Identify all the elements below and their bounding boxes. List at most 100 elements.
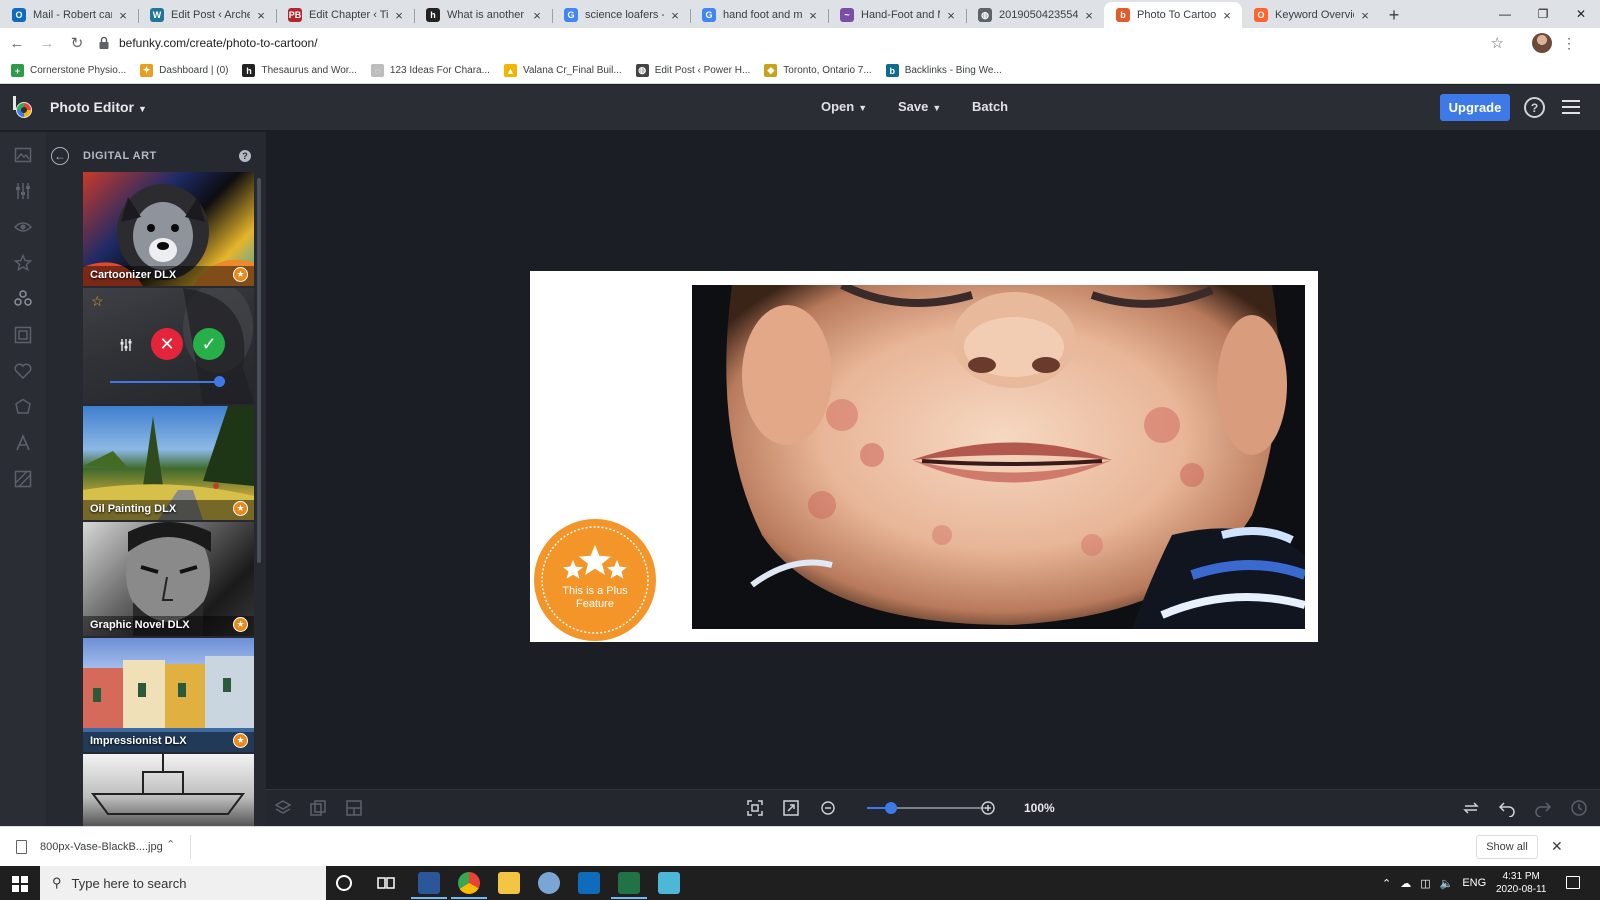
restore-icon[interactable]: ❐ bbox=[1524, 0, 1562, 28]
history-icon[interactable] bbox=[1570, 799, 1588, 817]
close-shelf-icon[interactable]: ✕ bbox=[1551, 838, 1563, 855]
undo-icon[interactable] bbox=[1498, 799, 1516, 817]
redo-icon[interactable] bbox=[1534, 799, 1552, 817]
minimize-icon[interactable]: — bbox=[1486, 0, 1524, 28]
close-tab-icon[interactable]: × bbox=[116, 8, 130, 23]
excel-app-icon[interactable] bbox=[618, 872, 640, 894]
close-tab-icon[interactable]: × bbox=[1358, 8, 1372, 23]
canvas-area[interactable]: This is a Plus Feature bbox=[266, 132, 1600, 789]
upgrade-button[interactable]: Upgrade bbox=[1440, 94, 1510, 121]
paint-app-icon[interactable] bbox=[538, 872, 560, 894]
help-icon[interactable]: ? bbox=[1524, 97, 1545, 118]
browser-tab[interactable]: b Photo To Cartoon | × bbox=[1104, 2, 1242, 28]
close-tab-icon[interactable]: × bbox=[392, 8, 406, 23]
show-all-button[interactable]: Show all bbox=[1476, 835, 1538, 859]
browser-tab[interactable]: Ghand foot and mou × bbox=[690, 2, 828, 28]
plus-feature-badge[interactable]: This is a Plus Feature bbox=[533, 518, 657, 642]
hamburger-menu-icon[interactable] bbox=[1562, 100, 1580, 114]
chevron-up-icon[interactable]: ⌃ bbox=[166, 838, 175, 851]
reload-icon[interactable]: ↻ bbox=[64, 30, 90, 56]
expand-icon[interactable] bbox=[782, 799, 800, 817]
open-menu-button[interactable]: Open ▼ bbox=[821, 99, 867, 114]
file-explorer-icon[interactable] bbox=[498, 872, 520, 894]
zoom-out-icon[interactable] bbox=[819, 799, 837, 817]
effect-card-impressionist[interactable]: Impressionist DLX ★ bbox=[83, 638, 254, 752]
notifications-icon[interactable] bbox=[1566, 876, 1580, 889]
zoom-slider[interactable] bbox=[867, 802, 986, 814]
language-indicator[interactable]: ENG bbox=[1462, 877, 1486, 889]
back-icon[interactable]: ← bbox=[4, 30, 30, 56]
clock[interactable]: 4:31 PM 2020-08-11 bbox=[1496, 870, 1546, 896]
zoom-in-icon[interactable] bbox=[979, 799, 997, 817]
bookmark-item[interactable]: ◆ Toronto, Ontario 7... bbox=[764, 64, 872, 77]
effect-card-graphic-novel[interactable]: Graphic Novel DLX ★ bbox=[83, 522, 254, 636]
address-bar[interactable]: befunky.com/create/photo-to-cartoon/ ☆ bbox=[98, 30, 1518, 56]
text-icon[interactable] bbox=[14, 434, 32, 452]
chrome-app-icon[interactable] bbox=[458, 872, 480, 894]
browser-tab[interactable]: O Keyword Overview × bbox=[1242, 2, 1380, 28]
shapes-icon[interactable] bbox=[14, 398, 32, 416]
browser-tab[interactable]: h What is another wo × bbox=[414, 2, 552, 28]
browser-tab[interactable]: Gscience loafers - Go × bbox=[552, 2, 690, 28]
close-tab-icon[interactable]: × bbox=[254, 8, 268, 23]
effect-card-cartoonizer[interactable]: Cartoonizer DLX ★ bbox=[83, 172, 254, 286]
effect-card-oil-painting[interactable]: Oil Painting DLX ★ bbox=[83, 406, 254, 520]
apply-effect-button[interactable]: ✓ bbox=[193, 328, 225, 360]
close-tab-icon[interactable]: × bbox=[944, 8, 958, 23]
cortana-icon[interactable] bbox=[336, 875, 352, 891]
task-view-icon[interactable] bbox=[375, 872, 397, 894]
bookmark-item[interactable]: + Cornerstone Physio... bbox=[11, 64, 126, 77]
zoom-slider-knob[interactable] bbox=[884, 802, 897, 814]
windows-start-icon[interactable] bbox=[12, 876, 28, 892]
forward-icon[interactable]: → bbox=[34, 30, 60, 56]
artboard[interactable]: This is a Plus Feature bbox=[530, 271, 1318, 642]
layers-icon[interactable] bbox=[274, 799, 292, 817]
panel-scrollbar[interactable] bbox=[257, 178, 261, 563]
image-icon[interactable] bbox=[14, 146, 32, 164]
close-tab-icon[interactable]: × bbox=[1220, 8, 1234, 23]
fit-screen-icon[interactable] bbox=[746, 799, 764, 817]
new-tab-button[interactable]: + bbox=[1380, 2, 1408, 28]
heart-icon[interactable] bbox=[14, 362, 32, 380]
photo-editor-menu[interactable]: Photo Editor ▼ bbox=[50, 99, 147, 115]
profile-avatar[interactable] bbox=[1532, 33, 1552, 53]
browser-tab[interactable]: ◍ 20190504235540-2 × bbox=[966, 2, 1104, 28]
volume-icon[interactable]: 🔈 bbox=[1440, 877, 1454, 890]
effects-icon[interactable] bbox=[14, 290, 32, 308]
favorite-star-icon[interactable]: ☆ bbox=[91, 293, 104, 310]
bookmark-item[interactable]: ◍ Edit Post ‹ Power H... bbox=[635, 64, 750, 77]
effect-card-sketch[interactable] bbox=[83, 754, 254, 826]
bookmark-item[interactable]: h Thesaurus and Wor... bbox=[242, 64, 357, 77]
word-app-icon[interactable] bbox=[418, 872, 440, 894]
panel-help-icon[interactable]: ? bbox=[239, 150, 251, 162]
effect-settings-icon[interactable] bbox=[119, 338, 133, 352]
back-arrow-icon[interactable]: ← bbox=[51, 147, 69, 165]
befunky-logo-icon[interactable] bbox=[12, 96, 34, 120]
browser-menu-icon[interactable]: ⋮ bbox=[1562, 35, 1576, 52]
frame-icon[interactable] bbox=[14, 326, 32, 344]
download-file-name[interactable]: 800px-Vase-BlackB....jpg bbox=[40, 841, 163, 853]
chevron-up-icon[interactable]: ⌃ bbox=[1382, 877, 1391, 890]
network-icon[interactable]: ◫ bbox=[1420, 877, 1430, 890]
intensity-slider[interactable] bbox=[110, 376, 225, 387]
star-icon[interactable] bbox=[14, 254, 32, 272]
cartoonized-photo[interactable] bbox=[692, 285, 1305, 629]
copy-icon[interactable] bbox=[309, 799, 327, 817]
eye-icon[interactable] bbox=[14, 218, 32, 236]
grid-icon[interactable] bbox=[345, 799, 363, 817]
save-menu-button[interactable]: Save ▼ bbox=[898, 99, 941, 114]
browser-tab[interactable]: PB Edit Chapter ‹ Tim H × bbox=[276, 2, 414, 28]
close-tab-icon[interactable]: × bbox=[530, 8, 544, 23]
close-tab-icon[interactable]: × bbox=[806, 8, 820, 23]
bookmark-item[interactable]: b Backlinks - Bing We... bbox=[885, 64, 1002, 77]
intensity-slider-knob[interactable] bbox=[213, 376, 225, 387]
close-window-icon[interactable]: ✕ bbox=[1562, 0, 1600, 28]
close-tab-icon[interactable]: × bbox=[668, 8, 682, 23]
taskbar-search[interactable]: ⚲ Type here to search bbox=[40, 866, 326, 900]
browser-tab[interactable]: W Edit Post ‹ Archer D × bbox=[138, 2, 276, 28]
bookmark-item[interactable]: ✦ Dashboard | (0) bbox=[140, 64, 228, 77]
adjust-sliders-icon[interactable] bbox=[14, 182, 32, 200]
bookmark-item[interactable]: ◌ 123 Ideas For Chara... bbox=[370, 64, 490, 77]
bookmark-star-icon[interactable]: ☆ bbox=[1491, 34, 1504, 52]
outlook-app-icon[interactable] bbox=[578, 872, 600, 894]
